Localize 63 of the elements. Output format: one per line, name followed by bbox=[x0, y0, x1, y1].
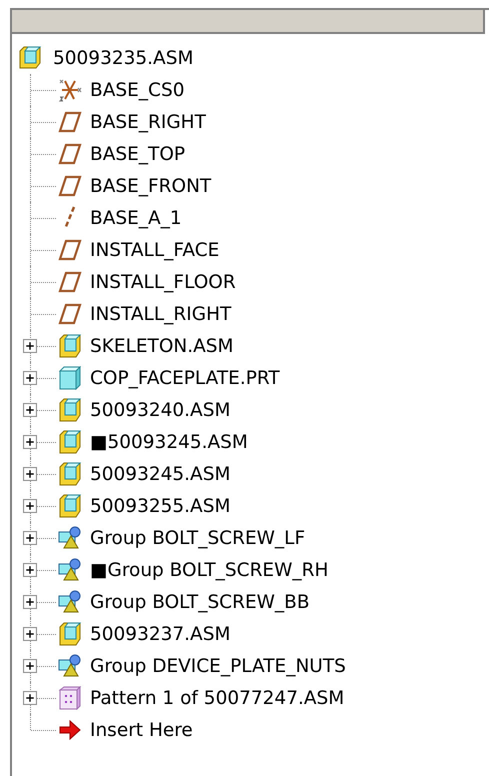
expand-icon[interactable] bbox=[23, 499, 37, 513]
tree-connector bbox=[30, 234, 58, 266]
tree-item-label[interactable]: BASE_CS0 bbox=[90, 80, 184, 100]
assembly-icon bbox=[58, 334, 82, 358]
tree-connector bbox=[30, 138, 58, 170]
expand-icon[interactable] bbox=[23, 659, 37, 673]
expand-icon[interactable] bbox=[23, 371, 37, 385]
tree-connector bbox=[30, 266, 58, 298]
tree-item-label[interactable]: ■Group BOLT_SCREW_RH bbox=[90, 560, 328, 580]
tree-item-label[interactable]: 50093235.ASM bbox=[53, 48, 194, 68]
tree-item-label[interactable]: Pattern 1 of 50077247.ASM bbox=[90, 688, 344, 708]
group-icon bbox=[58, 526, 82, 550]
parallelogram-icon bbox=[58, 174, 82, 198]
expand-icon[interactable] bbox=[23, 563, 37, 577]
tree-connector bbox=[30, 106, 58, 138]
expand-icon[interactable] bbox=[23, 467, 37, 481]
cube-icon bbox=[58, 366, 82, 390]
parallelogram-icon bbox=[58, 238, 82, 262]
arrow-icon bbox=[58, 718, 82, 742]
group-icon bbox=[58, 590, 82, 614]
tree-item-label[interactable]: 50093255.ASM bbox=[90, 496, 230, 516]
tree-item-label[interactable]: BASE_A_1 bbox=[90, 208, 182, 228]
group-icon bbox=[58, 654, 82, 678]
tree-item-label[interactable]: Group BOLT_SCREW_LF bbox=[90, 528, 306, 548]
tree-connector bbox=[30, 298, 58, 330]
tree-item-label[interactable]: BASE_RIGHT bbox=[90, 112, 206, 132]
assembly-icon bbox=[18, 46, 42, 70]
parallelogram-icon bbox=[58, 302, 82, 326]
expand-icon[interactable] bbox=[23, 339, 37, 353]
tree-item-label[interactable]: 50093245.ASM bbox=[90, 464, 230, 484]
tree-item-label[interactable]: INSTALL_RIGHT bbox=[90, 304, 232, 324]
tree-item-label[interactable]: SKELETON.ASM bbox=[90, 336, 234, 356]
parallelogram-icon bbox=[58, 270, 82, 294]
parallelogram-icon bbox=[58, 142, 82, 166]
tree-item-label[interactable]: ■50093245.ASM bbox=[90, 432, 248, 452]
assembly-icon bbox=[58, 622, 82, 646]
tree-item-label[interactable]: INSTALL_FACE bbox=[90, 240, 220, 260]
expand-icon[interactable] bbox=[23, 435, 37, 449]
assembly-icon bbox=[58, 494, 82, 518]
assembly-icon bbox=[58, 462, 82, 486]
expand-icon[interactable] bbox=[23, 531, 37, 545]
expand-icon[interactable] bbox=[23, 627, 37, 641]
expand-icon[interactable] bbox=[23, 691, 37, 705]
tree-item-label[interactable]: COP_FACEPLATE.PRT bbox=[90, 368, 280, 388]
tree-connector bbox=[30, 170, 58, 202]
tree-item-label[interactable]: INSTALL_FLOOR bbox=[90, 272, 236, 292]
axes-icon bbox=[58, 78, 82, 102]
pattern-icon bbox=[58, 686, 82, 710]
tree-connector bbox=[30, 74, 58, 106]
assembly-icon bbox=[58, 430, 82, 454]
tree-item-label[interactable]: 50093237.ASM bbox=[90, 624, 230, 644]
assembly-icon bbox=[58, 398, 82, 422]
tree-item-label[interactable]: 50093240.ASM bbox=[90, 400, 230, 420]
group-icon bbox=[58, 558, 82, 582]
tree-item-label[interactable]: Insert Here bbox=[90, 720, 193, 740]
expand-icon[interactable] bbox=[23, 403, 37, 417]
parallelogram-icon bbox=[58, 110, 82, 134]
tree-connector bbox=[30, 202, 58, 234]
tree-item-label[interactable]: Group BOLT_SCREW_BB bbox=[90, 592, 310, 612]
tree-item-label[interactable]: BASE_FRONT bbox=[90, 176, 212, 196]
expand-icon[interactable] bbox=[23, 595, 37, 609]
tree-item-label[interactable]: Group DEVICE_PLATE_NUTS bbox=[90, 656, 346, 676]
tree-item-label[interactable]: BASE_TOP bbox=[90, 144, 186, 164]
